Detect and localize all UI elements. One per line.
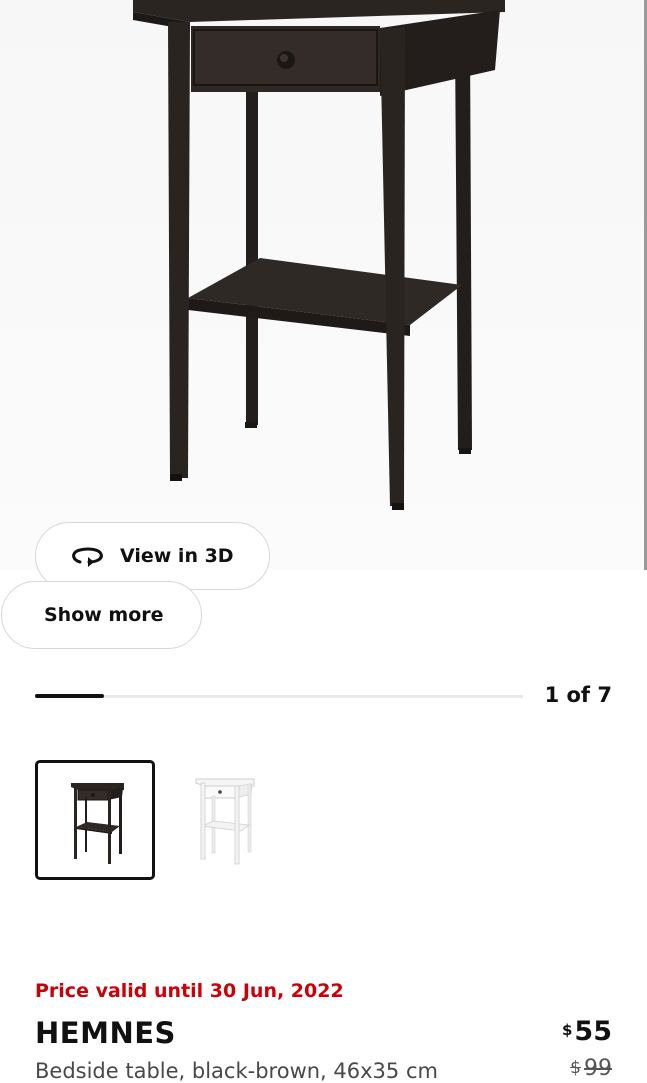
product-image[interactable] <box>0 0 647 570</box>
show-more-button[interactable]: Show more <box>1 581 202 649</box>
gallery-progress-fill <box>35 694 104 698</box>
previous-currency-symbol: $ <box>570 1058 581 1078</box>
currency-symbol: $ <box>561 1021 573 1039</box>
view-in-3d-button[interactable]: View in 3D <box>35 522 270 590</box>
thumbnail-black-brown[interactable] <box>35 760 155 880</box>
price-validity-notice: Price valid until 30 Jun, 2022 <box>35 980 344 1002</box>
view-in-3d-label: View in 3D <box>120 545 234 567</box>
product-description: Bedside table, black-brown, 46x35 cm <box>35 1059 438 1083</box>
thumbnail-white[interactable] <box>163 760 283 880</box>
previous-price: $ 99 <box>570 1056 612 1081</box>
gallery-progress-bar <box>35 694 523 698</box>
product-name: HEMNES <box>35 1016 176 1050</box>
image-counter: 1 of 7 <box>544 683 612 707</box>
current-price: $ 55 <box>562 1016 612 1047</box>
previous-price-amount: 99 <box>584 1056 612 1081</box>
price-amount: 55 <box>574 1016 612 1047</box>
rotate-3d-icon <box>68 543 106 569</box>
bedside-table-thumb-white <box>195 778 255 865</box>
bedside-table-image <box>133 0 505 510</box>
show-more-label: Show more <box>44 604 164 626</box>
bedside-table-thumb-dark <box>71 783 124 864</box>
